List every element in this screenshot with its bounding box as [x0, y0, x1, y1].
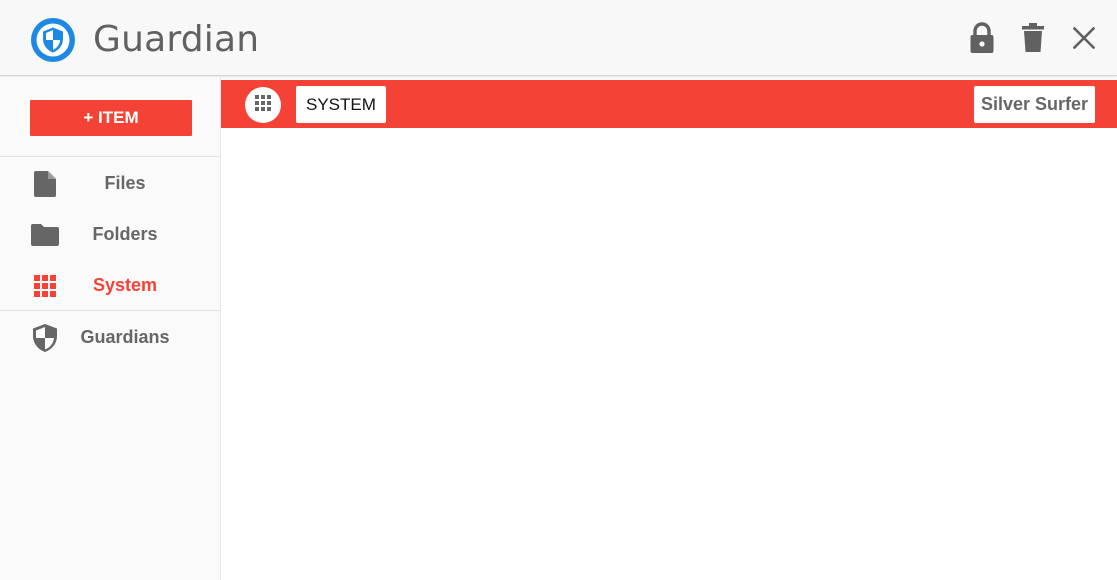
sidebar-item-folders[interactable]: Folders	[0, 212, 220, 256]
sidebar-item-label: Folders	[92, 224, 158, 244]
user-chip[interactable]: Silver Surfer	[973, 86, 1095, 123]
breadcrumb-system[interactable]: SYSTEM	[296, 86, 386, 123]
app-title: Guardian	[93, 19, 260, 60]
folder-icon	[30, 221, 60, 249]
main-content	[221, 128, 1117, 580]
sidebar-item-files[interactable]: Files	[0, 161, 220, 205]
lock-button[interactable]	[964, 20, 1000, 60]
sidebar-item-label: Guardians	[80, 327, 170, 347]
sidebar-item-label: System	[92, 275, 158, 295]
file-icon	[30, 170, 60, 198]
close-button[interactable]	[1066, 20, 1102, 60]
sidebar: + ITEM Files Folders System Guardians	[0, 77, 221, 580]
sidebar-item-label: Files	[104, 173, 146, 193]
title-bar: Guardian	[0, 0, 1117, 76]
delete-button[interactable]	[1015, 20, 1051, 60]
sidebar-item-guardians[interactable]: Guardians	[0, 315, 220, 359]
close-icon	[1072, 26, 1096, 54]
grid-icon	[30, 272, 60, 300]
shield-logo-icon	[30, 17, 76, 63]
lock-icon	[969, 21, 995, 59]
trash-icon	[1022, 22, 1044, 58]
shield-icon	[30, 324, 60, 352]
sidebar-divider	[0, 310, 220, 311]
add-item-button[interactable]: + ITEM	[30, 100, 192, 136]
sidebar-divider	[0, 156, 220, 157]
sidebar-item-system[interactable]: System	[0, 263, 220, 307]
apps-grid-button[interactable]	[245, 87, 281, 123]
toolbar: SYSTEM Silver Surfer	[221, 80, 1117, 128]
apps-grid-icon	[255, 94, 271, 116]
